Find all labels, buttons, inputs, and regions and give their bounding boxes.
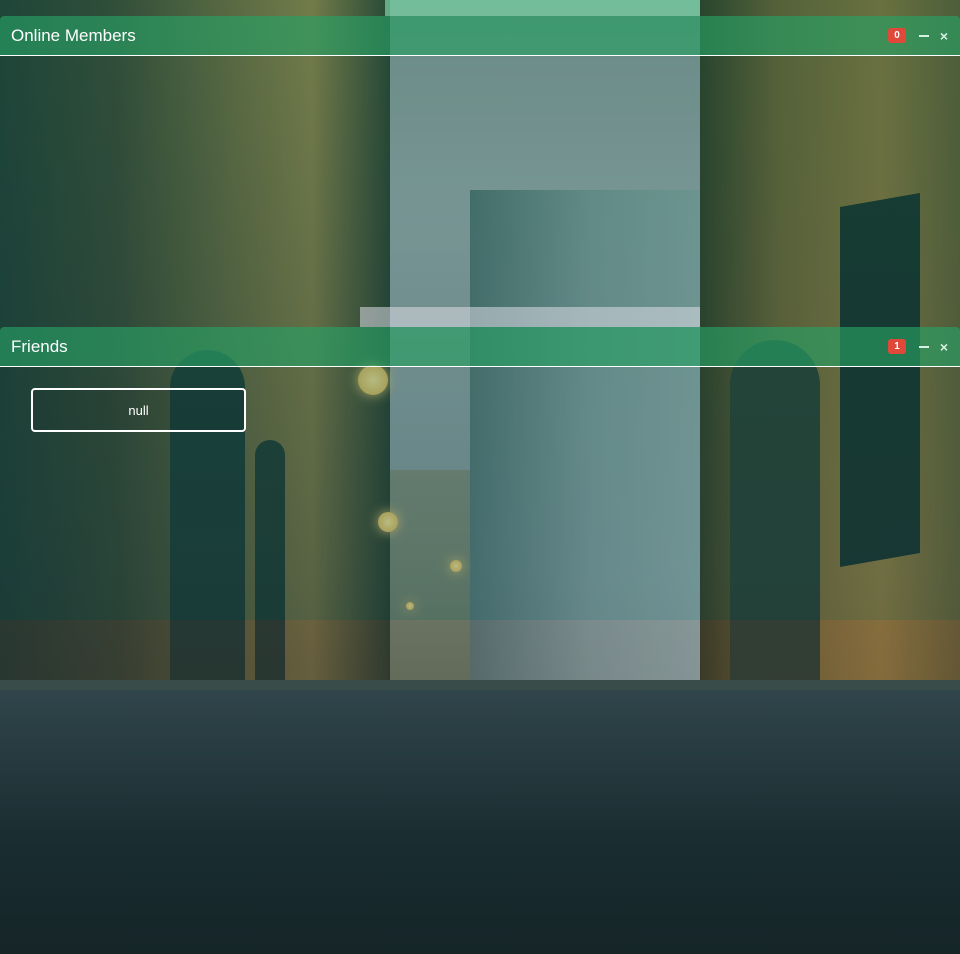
online-members-panel-header[interactable]: Online Members 0 × [0,16,960,56]
panel-title: Friends [11,336,68,356]
close-icon[interactable]: × [940,340,948,354]
count-badge: 1 [888,339,906,354]
minimize-icon[interactable] [918,34,929,37]
friends-panel-header[interactable]: Friends 1 × [0,327,960,367]
overlay-tint [0,0,960,954]
friend-item-button[interactable]: null [31,388,246,432]
count-badge: 0 [888,28,906,43]
background-photo [0,0,960,954]
panel-title: Online Members [11,25,136,45]
panel-edge [360,307,700,327]
panel-edge [385,0,700,16]
close-icon[interactable]: × [940,29,948,43]
minimize-icon[interactable] [918,345,929,348]
